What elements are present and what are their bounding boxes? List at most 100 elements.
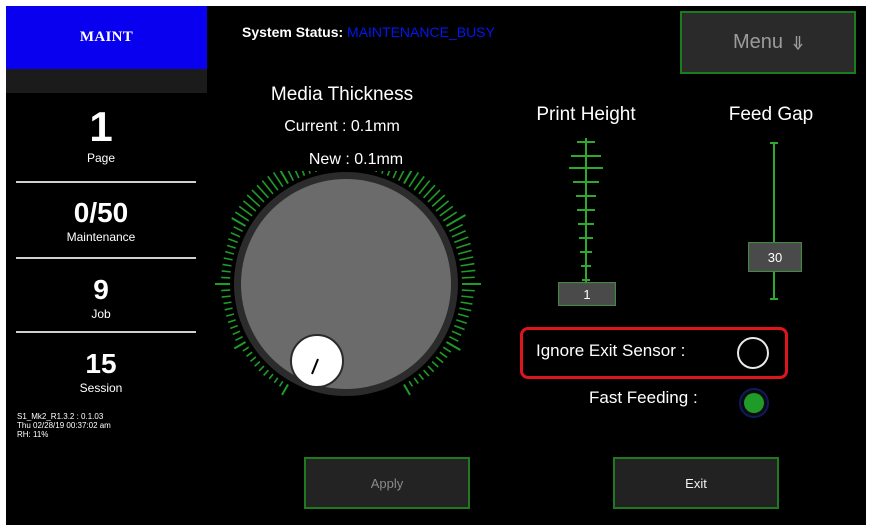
menu-label: Menu (732, 31, 784, 53)
maintenance-screen: MAINT 1 Page 0/50 Maintenance 9 Job 15 S… (6, 6, 866, 525)
dial-tick (268, 373, 274, 380)
dial-tick (242, 346, 250, 352)
ignore-exit-sensor-toggle[interactable] (737, 337, 769, 369)
dial-tick (435, 200, 450, 212)
dial-tick (278, 380, 284, 387)
dial-tick (445, 341, 461, 351)
dial-tick (233, 341, 247, 350)
dial-tick (279, 171, 289, 185)
dial-tick (459, 256, 474, 261)
dial-tick (246, 351, 253, 357)
ignore-exit-sensor-label: Ignore Exit Sensor : (536, 341, 686, 360)
dial-tick (386, 171, 391, 176)
dial-face (241, 179, 451, 389)
media-thickness-dial[interactable] (211, 171, 481, 421)
exit-button[interactable]: Exit (613, 457, 779, 509)
dial-tick (230, 232, 241, 238)
dial-tick (460, 301, 473, 305)
dial-tick (226, 244, 236, 249)
job-counter: 9 Job (6, 276, 196, 322)
system-status: System Status: MAINTENANCE_BUSY (242, 24, 495, 40)
dial-tick (439, 351, 448, 359)
feed-gap-value[interactable]: 30 (748, 242, 802, 272)
dial-tick (231, 217, 247, 227)
media-thickness-current: Current : 0.1mm (284, 118, 400, 135)
datetime: Thu 02/28/19 00:37:02 am (17, 421, 111, 430)
sidebar: MAINT 1 Page 0/50 Maintenance 9 Job 15 S… (6, 6, 212, 525)
dial-tick (454, 236, 469, 244)
dial-tick (461, 289, 475, 292)
fast-feeding-on-indicator (744, 393, 764, 413)
dial-tick (457, 249, 472, 255)
dial-tick (223, 257, 233, 261)
dial-tick (461, 276, 475, 279)
system-status-value: MAINTENANCE_BUSY (347, 24, 495, 40)
dial-tick (413, 377, 419, 384)
dial-tick (222, 263, 232, 267)
dial-tick (408, 380, 414, 387)
divider (16, 331, 196, 333)
dial-tick (408, 172, 420, 188)
dial-tick (418, 373, 425, 381)
dial-tick (249, 356, 257, 363)
dial-tick (242, 200, 257, 212)
print-height-value[interactable]: 1 (558, 282, 616, 306)
page-count-label: Page (86, 151, 116, 165)
dial-tick (254, 361, 261, 367)
dial-knob[interactable] (290, 334, 344, 388)
menu-button[interactable]: Menu (680, 11, 856, 74)
humidity: RH: 11% (17, 430, 49, 439)
dial-tick (258, 365, 265, 372)
dial-tick (381, 171, 384, 174)
dial-tick (238, 205, 253, 217)
mode-strip (6, 69, 207, 93)
dial-tick (461, 295, 474, 299)
dial-tick (233, 226, 244, 233)
dial-tick (427, 365, 435, 373)
fast-feeding-toggle[interactable] (739, 388, 769, 418)
dial-tick (228, 238, 238, 244)
divider (16, 257, 196, 259)
dial-tick (456, 319, 468, 325)
dial-tick (234, 211, 250, 222)
dial-tick (281, 383, 289, 396)
system-status-label: System Status: (242, 24, 344, 40)
dial-tick (308, 171, 311, 174)
dial-tick (435, 356, 444, 364)
dial-tick (301, 171, 306, 176)
dial-tick (448, 223, 464, 233)
dial-tick (227, 319, 236, 324)
dial-tick (225, 250, 235, 255)
firmware-version: S1_Mk2_R1.3.2 : 0.1.03 (17, 412, 104, 421)
session-count-value: 15 (85, 348, 117, 379)
feed-gap-title: Feed Gap (728, 104, 814, 125)
page-count-value: 1 (89, 103, 113, 150)
dial-tick (448, 335, 459, 342)
page-counter: 1 Page (6, 103, 196, 166)
dial-tick (460, 262, 475, 267)
maintenance-counter: 0/50 Maintenance (6, 197, 196, 245)
mode-indicator: MAINT (6, 6, 207, 69)
session-count-label: Session (79, 381, 123, 395)
dial-tick (423, 369, 430, 377)
job-count-label: Job (91, 307, 111, 321)
dial-tick (263, 369, 269, 376)
dial-tick (461, 269, 476, 273)
dial-tick (294, 171, 300, 179)
dial-tick (403, 171, 413, 185)
dial-tick (314, 171, 317, 173)
dial-tick (451, 229, 466, 238)
fast-feeding-label: Fast Feeding : (589, 388, 698, 407)
maintenance-count-value: 0/50 (73, 197, 129, 228)
feed-gap-slider[interactable] (736, 141, 806, 311)
media-thickness-new: New : 0.1mm (308, 151, 404, 168)
dial-tick (457, 313, 469, 318)
dial-tick (442, 346, 452, 353)
maintenance-count-label: Maintenance (66, 230, 136, 244)
dial-tick (273, 377, 279, 384)
dial-tick (221, 270, 231, 273)
dial-tick (221, 295, 231, 298)
dial-tick (235, 335, 244, 342)
apply-button[interactable]: Apply (304, 457, 470, 509)
dial-tick (451, 330, 462, 336)
